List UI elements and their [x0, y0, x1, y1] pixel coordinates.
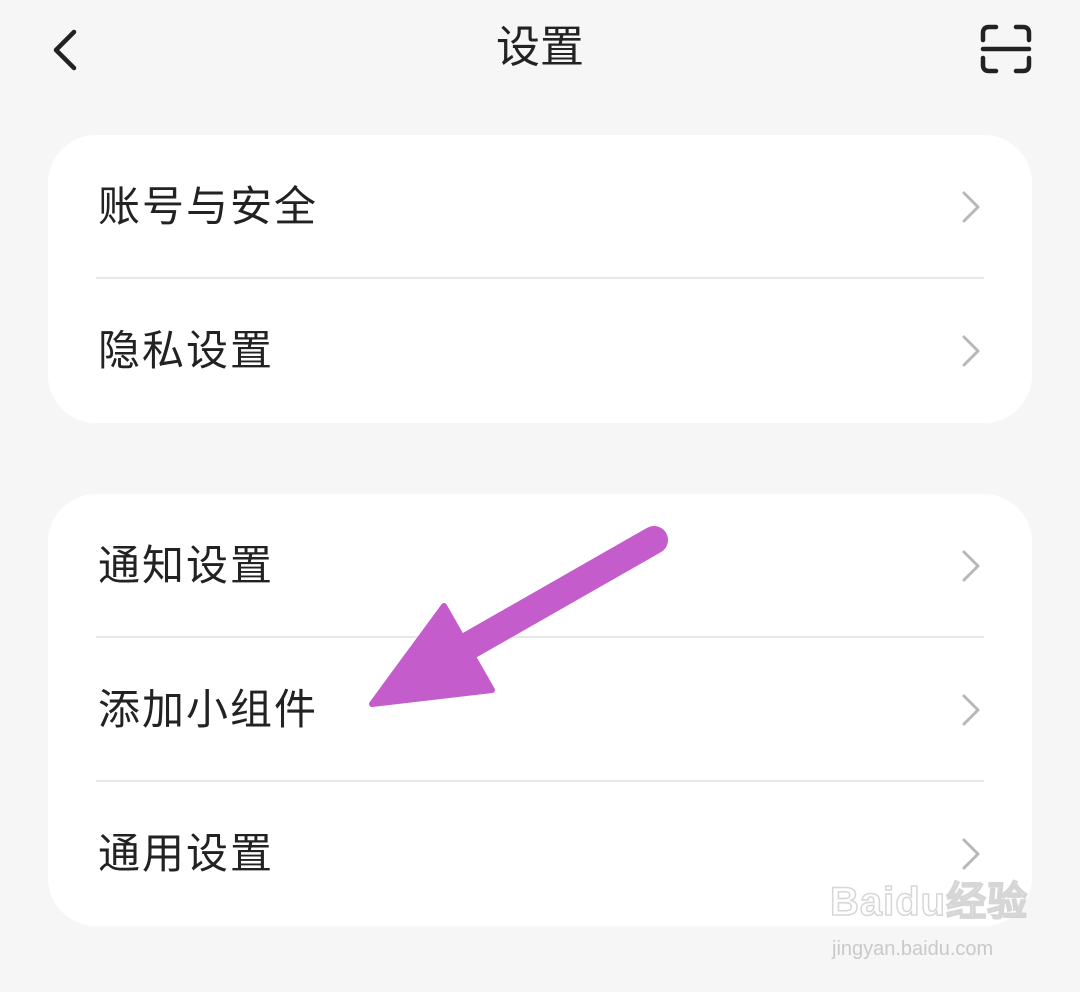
chevron-right-icon [962, 694, 980, 726]
settings-item-add-widget[interactable]: 添加小组件 [48, 638, 1032, 782]
chevron-right-icon [962, 191, 980, 223]
page-title: 设置 [496, 22, 584, 73]
settings-item-label: 通知设置 [98, 541, 275, 590]
settings-group-general: 通知设置 添加小组件 通用设置 [48, 494, 1032, 926]
settings-item-label: 隐私设置 [98, 326, 275, 375]
settings-item-label: 添加小组件 [98, 685, 319, 734]
settings-item-privacy[interactable]: 隐私设置 [48, 279, 1032, 423]
settings-item-notifications[interactable]: 通知设置 [48, 494, 1032, 638]
scan-icon [980, 24, 1032, 74]
chevron-right-icon [962, 335, 980, 367]
settings-item-label: 通用设置 [98, 829, 275, 878]
settings-item-account-security[interactable]: 账号与安全 [48, 135, 1032, 279]
settings-item-label: 账号与安全 [98, 182, 319, 231]
settings-group-account: 账号与安全 隐私设置 [48, 135, 1032, 423]
chevron-right-icon [962, 838, 980, 870]
chevron-right-icon [962, 550, 980, 582]
scan-button[interactable] [972, 14, 1042, 84]
watermark-url: jingyan.baidu.com [832, 938, 994, 960]
settings-item-general[interactable]: 通用设置 [48, 782, 1032, 926]
header-bar: 设置 [0, 0, 1080, 100]
